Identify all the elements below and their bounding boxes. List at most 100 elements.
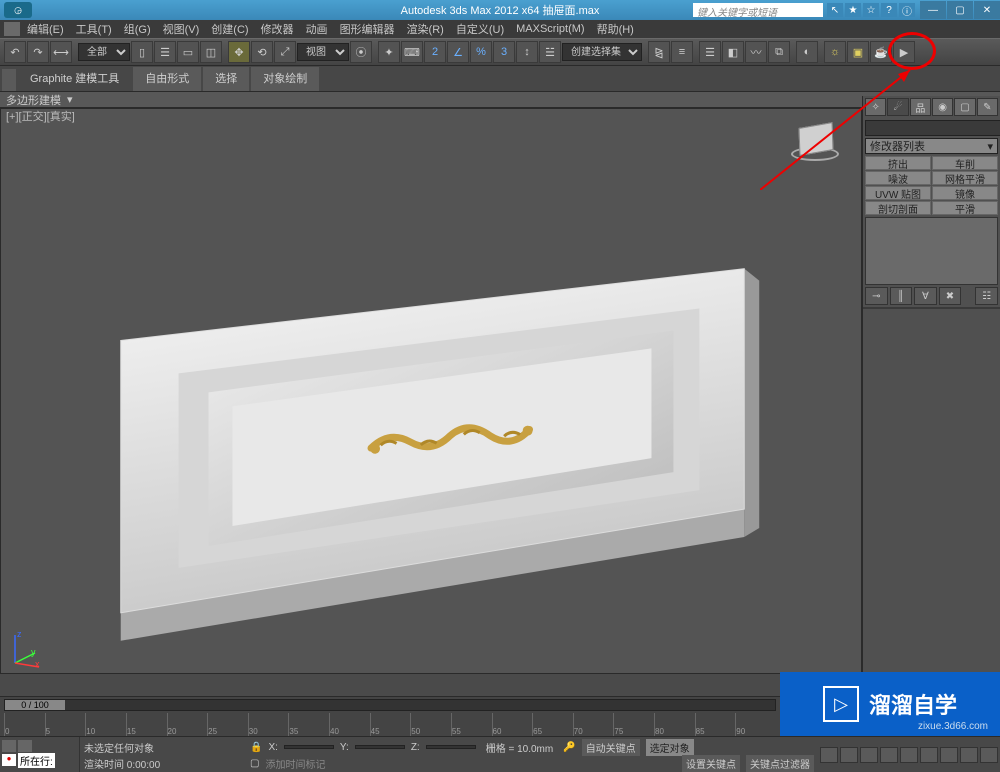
- pivot-button[interactable]: ⦿: [350, 41, 372, 63]
- ref-coords-combo[interactable]: 视图: [297, 43, 349, 61]
- mod-btn-slice[interactable]: 剖切剖面: [865, 201, 931, 215]
- listener-icon[interactable]: [18, 740, 32, 752]
- object-name-input[interactable]: [865, 120, 1000, 136]
- menu-view[interactable]: 视图(V): [157, 21, 206, 37]
- nav-maximize-button[interactable]: [980, 747, 998, 763]
- select-region-button[interactable]: ▭: [177, 41, 199, 63]
- close-button[interactable]: ✕: [974, 1, 1000, 19]
- stack-unique-button[interactable]: ∀: [914, 287, 937, 305]
- selection-scope-combo[interactable]: 全部: [78, 43, 130, 61]
- menu-render[interactable]: 渲染(R): [401, 21, 450, 37]
- titlebar-icon-0[interactable]: ↖: [827, 3, 843, 17]
- ribbon-sub[interactable]: 多边形建模 ▾: [0, 92, 1000, 108]
- cmdtab-hierarchy[interactable]: 品: [910, 98, 931, 116]
- next-frame-button[interactable]: [880, 747, 898, 763]
- render-button[interactable]: ☕: [870, 41, 892, 63]
- curve-editor-button[interactable]: 〰: [745, 41, 767, 63]
- viewport-perspective[interactable]: zyx: [0, 108, 862, 674]
- timeline-slider-handle[interactable]: 0 / 100: [5, 700, 65, 710]
- viewcube[interactable]: [791, 125, 841, 165]
- menu-edit[interactable]: 编辑(E): [21, 21, 70, 37]
- goto-end-button[interactable]: [900, 747, 918, 763]
- goto-start-button[interactable]: [820, 747, 838, 763]
- menubar-expand-icon[interactable]: [4, 22, 20, 36]
- edit-selection-set-button[interactable]: ☱: [539, 41, 561, 63]
- rendered-frame-button[interactable]: ▣: [847, 41, 869, 63]
- named-selection-combo[interactable]: 创建选择集: [562, 43, 642, 61]
- select-button[interactable]: ▯: [131, 41, 153, 63]
- menu-modifiers[interactable]: 修改器: [255, 21, 300, 37]
- cmdtab-modify[interactable]: ☄: [887, 98, 908, 116]
- ribbon-toggle-icon[interactable]: [2, 69, 16, 91]
- ribbon-tab-objectpaint[interactable]: 对象绘制: [251, 67, 319, 91]
- spinner-snap-button[interactable]: ↕: [516, 41, 538, 63]
- selected-combo[interactable]: 选定对象: [646, 739, 694, 756]
- snap-2d-button[interactable]: 2: [424, 41, 446, 63]
- mod-btn-meshsmooth[interactable]: 网格平滑: [932, 171, 998, 185]
- select-scale-button[interactable]: ⤢: [274, 41, 296, 63]
- cmdtab-utilities[interactable]: ✎: [977, 98, 998, 116]
- render-setup-button[interactable]: ☼: [824, 41, 846, 63]
- menu-grapheditors[interactable]: 图形编辑器: [334, 21, 401, 37]
- autokey-button[interactable]: 自动关键点: [582, 739, 640, 756]
- coord-z[interactable]: [426, 745, 476, 749]
- mod-btn-uvw[interactable]: UVW 贴图: [865, 186, 931, 200]
- menu-group[interactable]: 组(G): [118, 21, 157, 37]
- menu-customize[interactable]: 自定义(U): [450, 21, 510, 37]
- stack-configure-button[interactable]: ☷: [975, 287, 998, 305]
- mod-btn-noise[interactable]: 噪波: [865, 171, 931, 185]
- menu-help[interactable]: 帮助(H): [591, 21, 640, 37]
- search-input[interactable]: 键入关键字或短语: [693, 3, 823, 17]
- coord-x[interactable]: [284, 745, 334, 749]
- snap-angle-button[interactable]: ∠: [447, 41, 469, 63]
- render-iterative-button[interactable]: ▶: [893, 41, 915, 63]
- select-rotate-button[interactable]: ⟲: [251, 41, 273, 63]
- mod-btn-smooth[interactable]: 平滑: [932, 201, 998, 215]
- cmdtab-display[interactable]: ▢: [954, 98, 975, 116]
- maximize-button[interactable]: ▢: [947, 1, 973, 19]
- material-editor-button[interactable]: ◐: [796, 41, 818, 63]
- titlebar-icon-3[interactable]: ?: [881, 3, 897, 17]
- link-button[interactable]: ⟷: [50, 41, 72, 63]
- stack-pin-button[interactable]: ⊸: [865, 287, 888, 305]
- lock-icon[interactable]: 🔒: [250, 742, 262, 753]
- keyfilter-button[interactable]: 关键点过滤器: [746, 755, 814, 772]
- menu-tools[interactable]: 工具(T): [70, 21, 118, 37]
- stack-delete-button[interactable]: ✖: [939, 287, 962, 305]
- timeline[interactable]: 0 / 100 0 5 10 15 20 25 30 35 40 45 50 5…: [0, 696, 780, 736]
- setkey-button[interactable]: 设置关键点: [682, 755, 740, 772]
- minimize-button[interactable]: —: [920, 1, 946, 19]
- mirror-button[interactable]: ⧎: [648, 41, 670, 63]
- time-tag-icon[interactable]: ▢: [250, 758, 259, 769]
- menu-create[interactable]: 创建(C): [205, 21, 254, 37]
- window-crossing-button[interactable]: ◫: [200, 41, 222, 63]
- mod-btn-extrude[interactable]: 挤出: [865, 156, 931, 170]
- maxscript-mini-icon[interactable]: [2, 740, 16, 752]
- cmdtab-motion[interactable]: ◉: [932, 98, 953, 116]
- viewport-label[interactable]: [+][正交][真实]: [6, 108, 75, 124]
- mod-btn-lathe[interactable]: 车削: [932, 156, 998, 170]
- layer-manager-button[interactable]: ☰: [699, 41, 721, 63]
- nav-orbit-button[interactable]: [960, 747, 978, 763]
- modifier-list-combo[interactable]: 修改器列表▾: [865, 138, 998, 154]
- prev-frame-button[interactable]: [840, 747, 858, 763]
- cmdtab-create[interactable]: ✧: [865, 98, 886, 116]
- titlebar-icon-4[interactable]: ⓘ: [899, 3, 915, 17]
- snap-3d-button[interactable]: 3: [493, 41, 515, 63]
- select-name-button[interactable]: ☰: [154, 41, 176, 63]
- graphite-toggle-button[interactable]: ◧: [722, 41, 744, 63]
- redo-button[interactable]: ↷: [27, 41, 49, 63]
- nav-zoom-button[interactable]: [940, 747, 958, 763]
- stack-show-result-button[interactable]: ║: [890, 287, 913, 305]
- ribbon-tab-modeling[interactable]: Graphite 建模工具: [18, 67, 131, 91]
- manipulate-button[interactable]: ✦: [378, 41, 400, 63]
- ribbon-tab-selection[interactable]: 选择: [203, 67, 249, 91]
- coord-y[interactable]: [355, 745, 405, 749]
- align-button[interactable]: ≡: [671, 41, 693, 63]
- snap-percent-button[interactable]: %: [470, 41, 492, 63]
- modifier-stack[interactable]: [865, 217, 998, 285]
- add-time-tag[interactable]: 添加时间标记: [265, 756, 325, 771]
- key-icon[interactable]: 🔑: [563, 742, 575, 753]
- titlebar-icon-1[interactable]: ★: [845, 3, 861, 17]
- play-button[interactable]: [860, 747, 878, 763]
